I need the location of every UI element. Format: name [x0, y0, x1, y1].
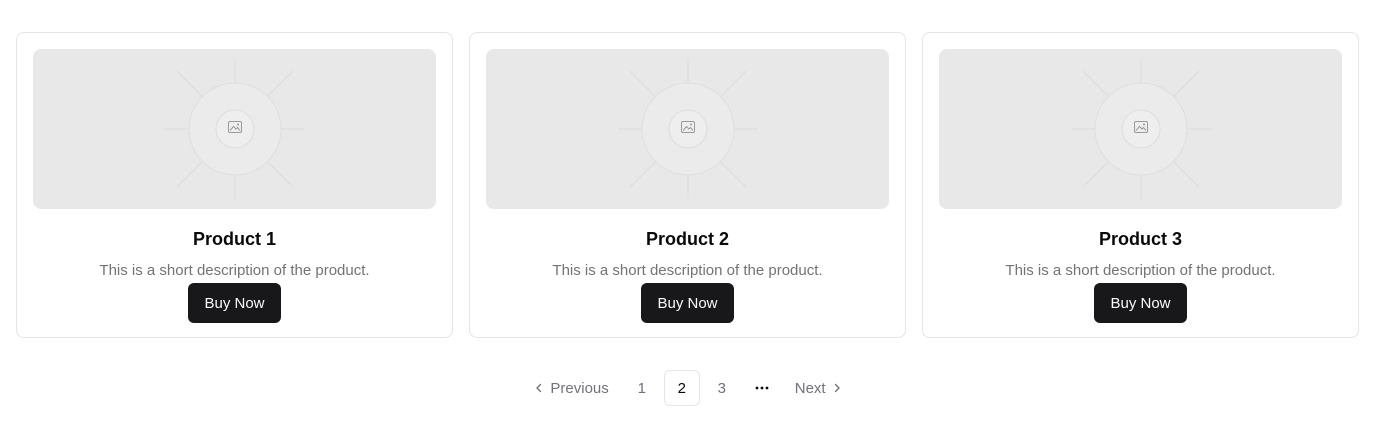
- product-title: Product 3: [1098, 229, 1182, 249]
- product-description: This is a short description of the produ…: [99, 262, 370, 279]
- chevron-left-icon: [534, 383, 544, 393]
- product-card: Product 1 This is a short description of…: [16, 32, 453, 338]
- image-icon: [227, 120, 242, 138]
- product-image-placeholder: [939, 49, 1342, 209]
- chevron-right-icon: [832, 383, 842, 393]
- image-icon: [1133, 120, 1148, 138]
- next-label: Next: [794, 379, 826, 397]
- image-icon: [680, 120, 695, 138]
- product-image-placeholder: [33, 49, 436, 209]
- buy-now-button[interactable]: Buy Now: [1094, 283, 1187, 323]
- next-page-button[interactable]: Next: [784, 370, 853, 406]
- buy-now-button[interactable]: Buy Now: [641, 283, 734, 323]
- product-grid: Product 1 This is a short description of…: [16, 32, 1360, 338]
- page-link-2-current[interactable]: 2: [663, 370, 700, 406]
- product-image-placeholder: [486, 49, 889, 209]
- more-pages-ellipsis-icon: [744, 370, 780, 406]
- previous-label: Previous: [550, 379, 609, 397]
- product-title: Product 1: [192, 229, 276, 249]
- product-description: This is a short description of the produ…: [552, 262, 823, 279]
- page-link-1[interactable]: 1: [624, 370, 660, 406]
- product-card: Product 2 This is a short description of…: [469, 32, 906, 338]
- previous-page-button[interactable]: Previous: [523, 370, 619, 406]
- product-card: Product 3 This is a short description of…: [922, 32, 1359, 338]
- pagination: Previous 1 2 3 Next: [0, 370, 1376, 406]
- product-description: This is a short description of the produ…: [1005, 262, 1276, 279]
- page-link-3[interactable]: 3: [704, 370, 740, 406]
- product-title: Product 2: [645, 229, 729, 249]
- buy-now-button[interactable]: Buy Now: [188, 283, 281, 323]
